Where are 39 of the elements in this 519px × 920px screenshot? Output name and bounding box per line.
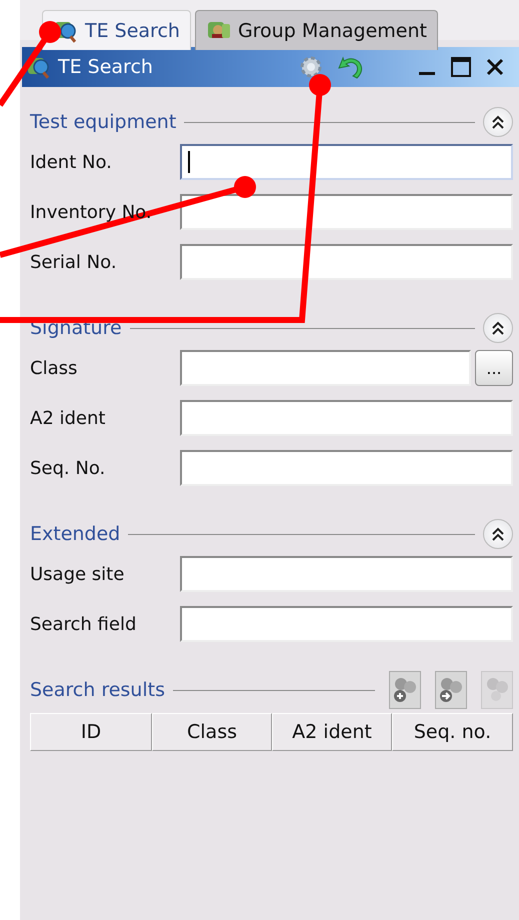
input-field[interactable] xyxy=(180,556,513,592)
column-header[interactable]: Seq. no. xyxy=(392,713,513,751)
collapse-button[interactable] xyxy=(483,519,513,549)
add-group-button[interactable] xyxy=(389,671,421,709)
collapse-button[interactable] xyxy=(483,313,513,343)
group-icon xyxy=(438,675,464,705)
field-label: Ident No. xyxy=(30,152,113,172)
minimize-icon xyxy=(419,72,435,74)
section-title: Search results xyxy=(30,679,165,701)
view-title: TE Search xyxy=(58,56,154,78)
field-label: Serial No. xyxy=(30,252,118,272)
section-title: Test equipment xyxy=(30,111,176,133)
input-field[interactable] xyxy=(180,144,513,180)
field-label: Usage site xyxy=(30,564,126,584)
section-title: Extended xyxy=(30,523,120,545)
column-header[interactable]: Class xyxy=(152,713,272,751)
close-icon xyxy=(486,58,504,76)
field-label: Search field xyxy=(30,614,138,634)
move-group-button[interactable] xyxy=(435,671,467,709)
input-field[interactable] xyxy=(180,450,513,486)
tab[interactable]: TE Search xyxy=(42,10,191,50)
maximize-icon xyxy=(451,57,471,77)
field-label: Seq. No. xyxy=(30,458,106,478)
double-chevron-icon xyxy=(490,526,506,542)
collapse-button[interactable] xyxy=(483,107,513,137)
double-chevron-icon xyxy=(490,114,506,130)
group-icon xyxy=(392,675,418,705)
input-field[interactable] xyxy=(180,400,513,436)
field-label: A2 ident xyxy=(30,408,106,428)
input-field[interactable] xyxy=(180,606,513,642)
input-field[interactable] xyxy=(180,194,513,230)
column-header[interactable]: ID xyxy=(30,713,152,751)
field-label: Class xyxy=(30,358,78,378)
double-chevron-icon xyxy=(490,320,506,336)
input-field[interactable] xyxy=(180,244,513,280)
tab[interactable]: Group Management xyxy=(194,10,438,50)
column-header[interactable]: A2 ident xyxy=(272,713,392,751)
input-field[interactable] xyxy=(180,350,471,386)
browse-button[interactable]: ... xyxy=(475,350,513,386)
